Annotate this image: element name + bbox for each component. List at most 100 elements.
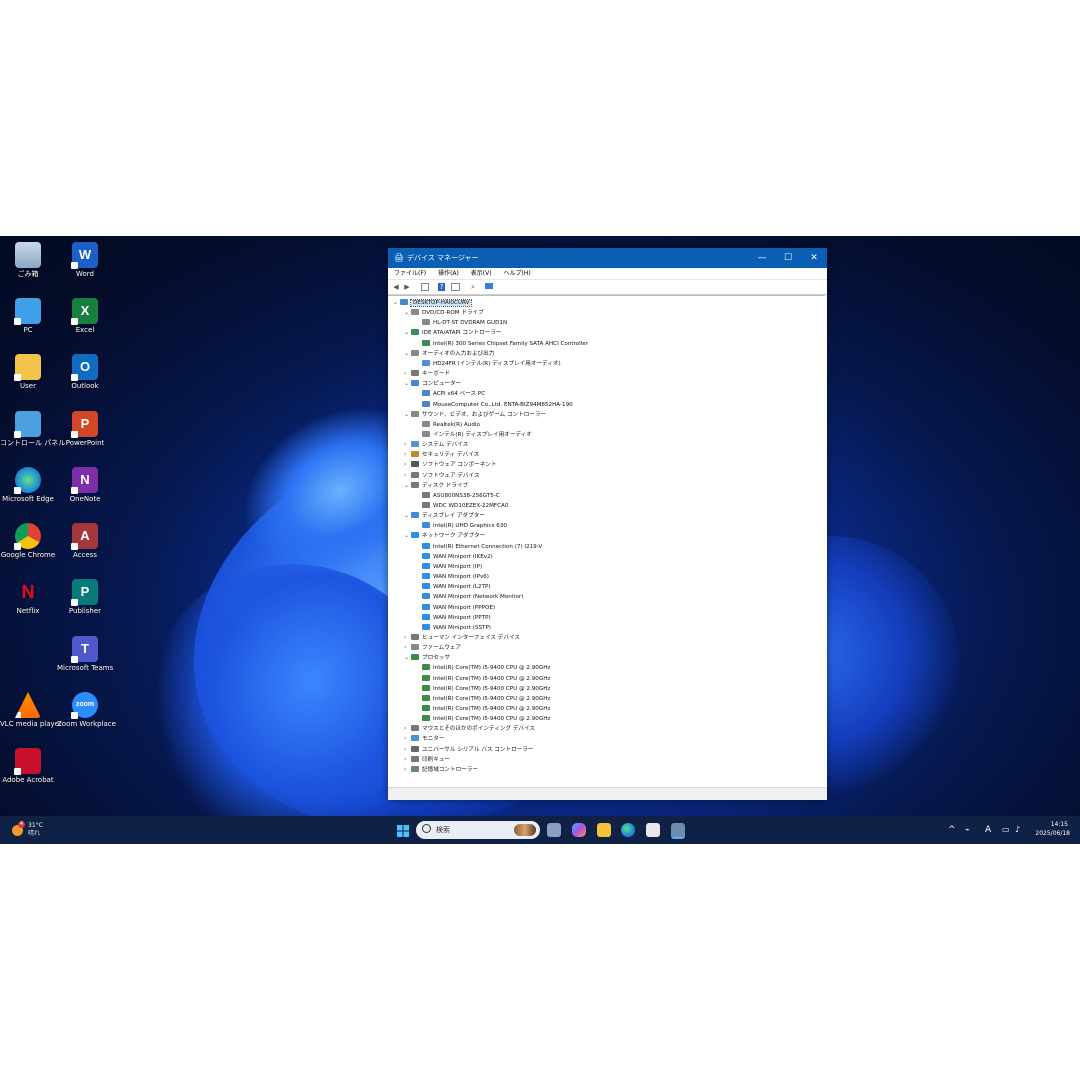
desktop-icon-outlook[interactable]: O Outlook xyxy=(57,354,113,391)
tree-device[interactable]: Intel(R) 300 Series Chipset Family SATA … xyxy=(415,339,588,349)
task-view-icon[interactable] xyxy=(547,823,561,837)
tree-device[interactable]: WAN Miniport (IKEv2) xyxy=(415,552,493,562)
tree-device[interactable]: Intel(R) Core(TM) i5-9400 CPU @ 2.90GHz xyxy=(415,663,550,673)
menu-view[interactable]: 表示(V) xyxy=(471,270,492,277)
tree-category[interactable]: › キーボード xyxy=(404,369,450,379)
tree-root[interactable]: ⌄ DESKTOP-HAI0CURV xyxy=(393,298,473,308)
expanded-chevron-icon[interactable]: ⌄ xyxy=(404,410,411,420)
tree-category[interactable]: › ヒューマン インターフェイス デバイス xyxy=(404,633,520,643)
menu-file[interactable]: ファイル(F) xyxy=(394,270,426,277)
tree-category[interactable]: ⌄ ディスプレイ アダプター xyxy=(404,511,485,521)
desktop-icon-word[interactable]: W Word xyxy=(57,242,113,279)
view-icon[interactable] xyxy=(451,283,460,291)
tree-category[interactable]: › ユニバーサル シリアル バス コントローラー xyxy=(404,745,533,755)
collapsed-chevron-icon[interactable]: › xyxy=(404,745,411,755)
desktop-icon-access[interactable]: A Access xyxy=(57,523,113,560)
tree-device[interactable]: WAN Miniport (PPPOE) xyxy=(415,603,495,613)
tree-device[interactable]: WAN Miniport (Network Monitor) xyxy=(415,592,524,602)
tree-device[interactable]: Intel(R) Core(TM) i5-9400 CPU @ 2.90GHz xyxy=(415,714,550,724)
scan-hardware-icon[interactable]: ⌕ xyxy=(469,283,477,291)
tree-category[interactable]: › システム デバイス xyxy=(404,440,468,450)
start-button[interactable] xyxy=(396,823,410,837)
tree-category[interactable]: ⌄ ディスク ドライブ xyxy=(404,481,468,491)
weather-widget[interactable]: 4 31°C 晴れ xyxy=(10,821,70,839)
tree-category[interactable]: › マウスとそのほかのポインティング デバイス xyxy=(404,724,535,734)
collapsed-chevron-icon[interactable]: › xyxy=(404,450,411,460)
expanded-chevron-icon[interactable]: ⌄ xyxy=(404,349,411,359)
tree-device[interactable]: Intel(R) Core(TM) i5-9400 CPU @ 2.90GHz xyxy=(415,704,550,714)
tree-device[interactable]: HL-DT-ST DVDRAM GUD1N xyxy=(415,318,507,328)
tree-category[interactable]: › ソフトウェア コンポーネント xyxy=(404,460,497,470)
desktop-icon-pc[interactable]: PC xyxy=(0,298,56,335)
clock-time[interactable]: 14:15 xyxy=(1051,821,1068,829)
edge-taskbar-icon[interactable] xyxy=(621,823,635,837)
collapsed-chevron-icon[interactable]: › xyxy=(404,369,411,379)
tree-device[interactable]: WAN Miniport (SSTP) xyxy=(415,623,491,633)
tree-category[interactable]: ⌄ プロセッサ xyxy=(404,653,450,663)
tree-device[interactable]: インテル(R) ディスプレイ用オーディオ xyxy=(415,430,532,440)
tree-device[interactable]: Intel(R) Core(TM) i5-9400 CPU @ 2.90GHz xyxy=(415,694,550,704)
tree-category[interactable]: ⌄ DVD/CD-ROM ドライブ xyxy=(404,308,484,318)
tree-device[interactable]: WAN Miniport (IP) xyxy=(415,562,482,572)
tree-category[interactable]: › セキュリティ デバイス xyxy=(404,450,479,460)
tree-device[interactable]: Realtek(R) Audio xyxy=(415,420,480,430)
tree-device[interactable]: WAN Miniport (PPTP) xyxy=(415,613,491,623)
chevron-up-icon[interactable]: ^ xyxy=(948,824,956,836)
store-icon[interactable] xyxy=(646,823,660,837)
taskbar-search[interactable]: 検索 xyxy=(416,821,540,839)
expanded-chevron-icon[interactable]: ⌄ xyxy=(404,481,411,491)
collapsed-chevron-icon[interactable]: › xyxy=(404,440,411,450)
expanded-chevron-icon[interactable]: ⌄ xyxy=(404,379,411,389)
device-manager-window[interactable]: 🖨 デバイス マネージャー — ☐ ✕ ファイル(F) 操作(A) 表示(V) … xyxy=(388,248,827,800)
forward-arrow-icon[interactable]: ▶ xyxy=(403,283,411,291)
tree-device[interactable]: Intel(R) Ethernet Connection (7) I219-V xyxy=(415,542,542,552)
ime-indicator[interactable]: A xyxy=(985,824,991,836)
update-driver-icon[interactable] xyxy=(485,283,493,289)
desktop-icon-vlc[interactable]: VLC media player xyxy=(0,692,62,729)
volume-icon[interactable]: ♪ xyxy=(1015,824,1020,836)
tree-category[interactable]: ⌄ コンピューター xyxy=(404,379,461,389)
tree-category[interactable]: ⌄ オーディオの入力および出力 xyxy=(404,349,494,359)
desktop-icon-zoom[interactable]: zoom Zoom Workplace xyxy=(57,692,116,729)
collapsed-chevron-icon[interactable]: › xyxy=(404,734,411,744)
desktop-icon-user-folder[interactable]: User xyxy=(0,354,56,391)
desktop-icon-acrobat[interactable]: Adobe Acrobat xyxy=(0,748,56,785)
tree-category[interactable]: ⌄ IDE ATA/ATAPI コントローラー xyxy=(404,328,502,338)
tree-category[interactable]: ⌄ ネットワーク アダプター xyxy=(404,531,485,541)
expanded-chevron-icon[interactable]: ⌄ xyxy=(404,328,411,338)
network-icon[interactable]: ⌁ xyxy=(965,824,970,836)
properties-icon[interactable] xyxy=(421,283,429,291)
desktop-icon-teams[interactable]: T Microsoft Teams xyxy=(57,636,113,673)
desktop-icon-edge[interactable]: Microsoft Edge xyxy=(0,467,56,504)
expanded-chevron-icon[interactable]: ⌄ xyxy=(404,511,411,521)
desktop-icon-recycle-bin[interactable]: ごみ箱 xyxy=(0,242,56,279)
tree-device[interactable]: WAN Miniport (IPv6) xyxy=(415,572,489,582)
tree-device[interactable]: Intel(R) Core(TM) i5-9400 CPU @ 2.90GHz xyxy=(415,684,550,694)
tree-device[interactable]: ASU800NS38-256GT5-C xyxy=(415,491,500,501)
collapsed-chevron-icon[interactable]: › xyxy=(404,755,411,765)
tree-category[interactable]: › 記憶域コントローラー xyxy=(404,765,478,775)
desktop-icon-netflix[interactable]: N Netflix xyxy=(0,579,56,616)
device-manager-taskbar-icon[interactable] xyxy=(671,823,685,839)
tree-device[interactable]: MouseComputer Co.,Ltd. ENTA-BIZ94M852HA-… xyxy=(415,400,573,410)
tree-device[interactable]: Intel(R) UHD Graphics 630 xyxy=(415,521,507,531)
desktop-icon-onenote[interactable]: N OneNote xyxy=(57,467,113,504)
tree-category[interactable]: › モニター xyxy=(404,734,444,744)
desktop-icon-publisher[interactable]: P Publisher xyxy=(57,579,113,616)
tree-device[interactable]: HD24FR (インテル(R) ディスプレイ用オーディオ) xyxy=(415,359,561,369)
menu-action[interactable]: 操作(A) xyxy=(438,270,459,277)
window-titlebar[interactable]: 🖨 デバイス マネージャー — ☐ ✕ xyxy=(388,248,827,268)
tree-device[interactable]: WDC WD10EZEX-22MFCA0 xyxy=(415,501,508,511)
collapsed-chevron-icon[interactable]: › xyxy=(404,765,411,775)
collapsed-chevron-icon[interactable]: › xyxy=(404,460,411,470)
menu-help[interactable]: ヘルプ(H) xyxy=(504,270,531,277)
collapsed-chevron-icon[interactable]: › xyxy=(404,724,411,734)
back-arrow-icon[interactable]: ◀ xyxy=(392,283,400,291)
desktop-icon-control-panel[interactable]: コントロール パネル xyxy=(0,411,65,448)
desktop-icon-powerpoint[interactable]: P PowerPoint xyxy=(57,411,113,448)
expanded-chevron-icon[interactable]: ⌄ xyxy=(404,308,411,318)
help-icon[interactable]: ? xyxy=(438,283,445,291)
tree-device[interactable]: ACPI x64 ベース PC xyxy=(415,389,485,399)
clock-date[interactable]: 2025/06/18 xyxy=(1035,830,1070,838)
tree-device[interactable]: WAN Miniport (L2TP) xyxy=(415,582,491,592)
